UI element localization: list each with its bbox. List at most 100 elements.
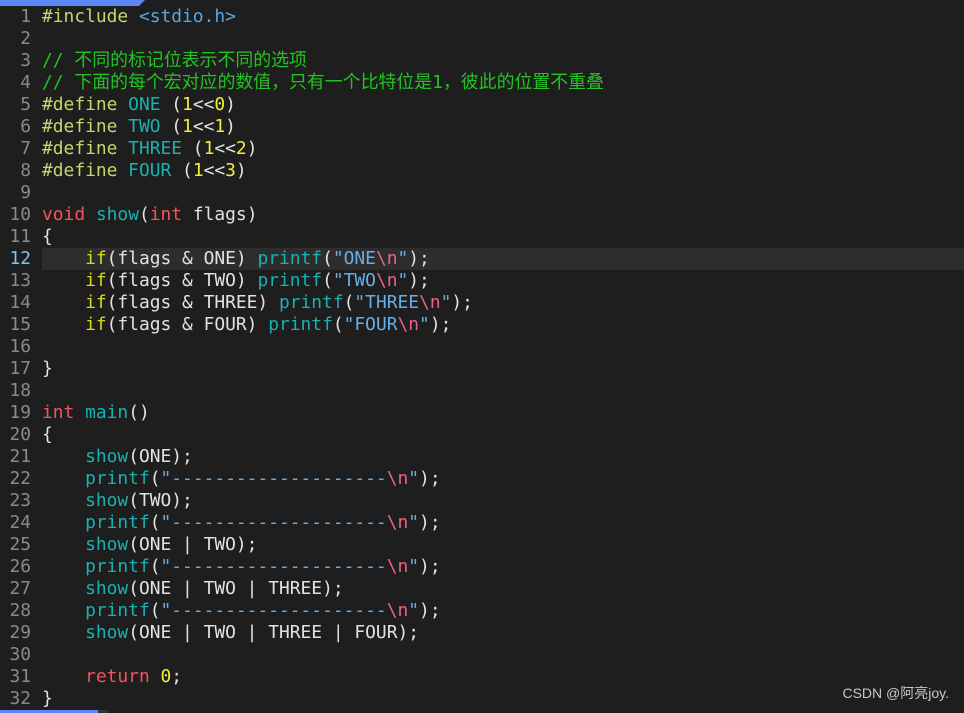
- line-text: [42, 336, 964, 358]
- code-line[interactable]: 30: [0, 644, 964, 666]
- code-line[interactable]: 28 printf("--------------------\n");: [0, 600, 964, 622]
- token-ret: return: [85, 666, 150, 687]
- token-num: 2: [235, 138, 247, 159]
- code-line[interactable]: 15 if(flags & FOUR) printf("FOUR\n");: [0, 314, 964, 336]
- token-txt: <<: [214, 138, 236, 159]
- token-esc: \n: [386, 512, 409, 533]
- line-number: 25: [9, 534, 31, 555]
- line-text: #define TWO (1<<1): [42, 116, 964, 138]
- code-line[interactable]: 13 if(flags & TWO) printf("TWO\n");: [0, 270, 964, 292]
- code-line[interactable]: 19 int main(): [0, 402, 964, 424]
- line-text: show(ONE | TWO);: [42, 534, 964, 556]
- token-kw: if: [85, 292, 107, 313]
- token-mac: FOUR: [128, 160, 172, 181]
- code-line[interactable]: 3 // 不同的标记位表示不同的选项: [0, 50, 964, 72]
- token-fn: printf: [85, 600, 150, 621]
- code-line[interactable]: 2: [0, 28, 964, 50]
- token-typ: int: [42, 402, 75, 423]
- code-line[interactable]: 14 if(flags & THREE) printf("THREE\n");: [0, 292, 964, 314]
- token-kw: if: [85, 270, 107, 291]
- code-line[interactable]: 6 #define TWO (1<<1): [0, 116, 964, 138]
- code-line[interactable]: 9: [0, 182, 964, 204]
- code-line[interactable]: 17}: [0, 358, 964, 380]
- token-txt: (ONE | TWO);: [128, 534, 258, 555]
- line-text: // 下面的每个宏对应的数值，只有一个比特位是1，彼此的位置不重叠: [42, 72, 964, 94]
- code-line[interactable]: 8 #define FOUR (1<<3): [0, 160, 964, 182]
- token-mac: THREE: [128, 138, 183, 159]
- token-txt: (: [149, 556, 161, 577]
- line-text: return 0;: [42, 666, 964, 688]
- line-text: {: [42, 424, 964, 446]
- token-num: 1: [182, 94, 193, 115]
- token-txt: (ONE | TWO | THREE);: [128, 578, 344, 599]
- token-fn: show: [95, 204, 139, 225]
- line-number: 10: [9, 204, 31, 225]
- token-fn: printf: [85, 512, 150, 533]
- code-line[interactable]: 12 if(flags & ONE) printf("ONE\n");: [0, 248, 964, 270]
- token-esc: \n: [386, 468, 409, 489]
- token-txt: (: [149, 600, 161, 621]
- line-number: 14: [9, 292, 31, 313]
- code-line[interactable]: 32}: [0, 688, 964, 710]
- code-line[interactable]: 24 printf("--------------------\n");: [0, 512, 964, 534]
- line-number: 15: [9, 314, 31, 335]
- code-line[interactable]: 18: [0, 380, 964, 402]
- line-text: if(flags & THREE) printf("THREE\n");: [42, 292, 964, 314]
- token-txt: (: [138, 204, 150, 225]
- line-number: 24: [9, 512, 31, 533]
- code-line[interactable]: 26 printf("--------------------\n");: [0, 556, 964, 578]
- code-line[interactable]: 29 show(ONE | TWO | THREE | FOUR);: [0, 622, 964, 644]
- token-str: ": [408, 600, 420, 621]
- code-line[interactable]: 5 #define ONE (1<<0): [0, 94, 964, 116]
- line-text: void show(int flags): [42, 204, 964, 226]
- code-line[interactable]: 20 {: [0, 424, 964, 446]
- line-number: 26: [9, 556, 31, 577]
- token-fn: main: [85, 402, 129, 423]
- line-number: 27: [9, 578, 31, 599]
- line-number: 7: [20, 138, 31, 159]
- token-txt: (: [171, 160, 193, 181]
- line-number: 2: [20, 28, 31, 49]
- token-str: "--------------------: [160, 556, 387, 577]
- token-str: "--------------------: [160, 468, 387, 489]
- token-num: 1: [192, 160, 204, 181]
- line-number: 21: [9, 446, 31, 467]
- token-txt: (flags & FOUR): [106, 314, 269, 335]
- token-pre: #define: [42, 138, 129, 159]
- token-str: "TWO: [332, 270, 376, 291]
- token-mac: ONE: [128, 94, 161, 115]
- code-line[interactable]: 11 {: [0, 226, 964, 248]
- code-line[interactable]: 7 #define THREE (1<<2): [0, 138, 964, 160]
- line-text: }: [42, 688, 964, 710]
- token-txt: );: [429, 314, 452, 335]
- code-editor[interactable]: 1 #include <stdio.h> 2 3// 不同的标记位表示不同的选项 4//…: [0, 6, 964, 710]
- token-txt: (: [332, 314, 344, 335]
- token-txt: (flags & TWO): [106, 270, 258, 291]
- line-text: if(flags & FOUR) printf("FOUR\n");: [42, 314, 964, 336]
- token-txt: (: [322, 248, 333, 269]
- token-txt: (ONE);: [128, 446, 193, 467]
- code-line[interactable]: 4 // 下面的每个宏对应的数值，只有一个比特位是1，彼此的位置不重叠: [0, 72, 964, 94]
- token-pre: #define: [42, 116, 129, 137]
- code-line[interactable]: 21 show(ONE);: [0, 446, 964, 468]
- code-line[interactable]: 25 show(ONE | TWO);: [0, 534, 964, 556]
- token-txt: );: [451, 292, 473, 313]
- line-text: #define THREE (1<<2): [42, 138, 964, 160]
- code-line[interactable]: 10 void show(int flags): [0, 204, 964, 226]
- code-line[interactable]: 1 #include <stdio.h>: [0, 6, 964, 28]
- code-line[interactable]: 16: [0, 336, 964, 358]
- line-number: 23: [9, 490, 31, 511]
- code-line[interactable]: 23 show(TWO);: [0, 490, 964, 512]
- token-str: "FOUR: [343, 314, 398, 335]
- token-str: ": [408, 468, 420, 489]
- code-line[interactable]: 22 printf("--------------------\n");: [0, 468, 964, 490]
- code-line[interactable]: 31 return 0;: [0, 666, 964, 688]
- line-text: [42, 28, 964, 50]
- code-line[interactable]: 27 show(ONE | TWO | THREE);: [0, 578, 964, 600]
- token-kw: if: [85, 314, 107, 335]
- token-num: 1: [214, 116, 226, 137]
